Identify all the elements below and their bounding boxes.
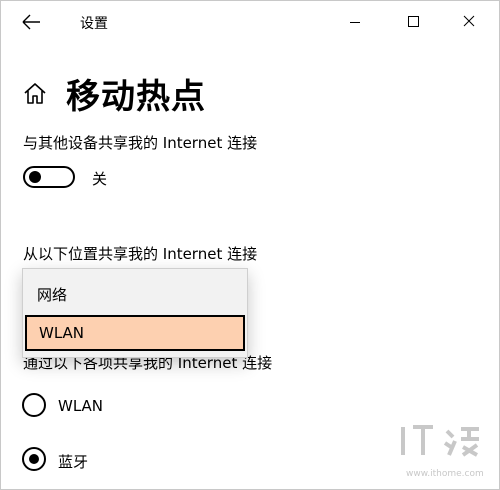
page-title: 移动热点 [66,77,206,117]
toggle-state-label: 关 [92,170,108,188]
settings-window: 设置 移动热点 与其他设备共享我的 Internet 连接 关 从以下位置共享我… [0,0,500,490]
share-section-label: 与其他设备共享我的 Internet 连接 [23,134,258,152]
radio-bluetooth-label[interactable]: 蓝牙 [58,451,88,472]
title-bar: 设置 [1,1,499,43]
radio-wlan[interactable] [22,393,46,417]
minimize-button[interactable] [340,7,370,37]
ithome-logo [401,425,479,457]
maximize-button[interactable] [398,7,428,37]
radio-selected-dot [29,454,39,464]
dropdown-option-network[interactable]: 网络 [23,277,247,313]
home-button[interactable] [22,80,48,106]
minimize-icon [350,22,360,23]
close-button[interactable] [454,7,484,37]
back-arrow-icon [22,14,40,30]
close-icon [463,15,475,27]
maximize-icon [408,16,419,27]
radio-bluetooth[interactable] [22,447,46,471]
home-icon [24,83,46,104]
back-button[interactable] [13,7,47,37]
radio-wlan-label[interactable]: WLAN [58,397,103,415]
source-dropdown-list: 网络 WLAN [22,268,248,358]
dropdown-option-wlan[interactable]: WLAN [25,315,245,351]
share-toggle[interactable] [23,166,75,188]
watermark-url: www.ithome.com [406,469,484,479]
toggle-knob [29,171,41,183]
window-title: 设置 [80,16,108,32]
source-section-label: 从以下位置共享我的 Internet 连接 [23,245,258,263]
